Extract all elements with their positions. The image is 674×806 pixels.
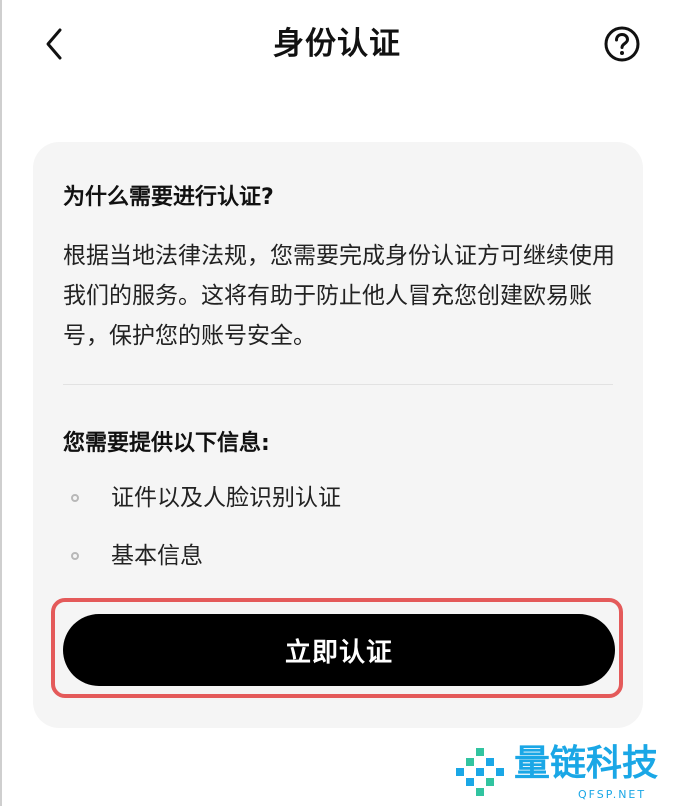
verify-now-button[interactable]: 立即认证	[63, 614, 615, 686]
page-title: 身份认证	[273, 26, 401, 62]
watermark-text: 量链科技	[514, 743, 659, 784]
why-heading: 为什么需要进行认证?	[63, 185, 274, 210]
bullet-icon	[71, 552, 79, 560]
question-circle-icon	[604, 26, 640, 62]
list-item: 基本信息	[63, 538, 203, 574]
watermark-logo-icon	[456, 748, 504, 796]
bullet-icon	[71, 494, 79, 502]
navigation-bar: 身份认证	[0, 0, 674, 90]
divider	[63, 384, 613, 385]
window-edge	[0, 0, 2, 806]
list-item-text: 基本信息	[111, 543, 203, 569]
watermark: 量链科技 QFSP.NET	[452, 740, 674, 806]
list-item-text: 证件以及人脸识别认证	[111, 485, 341, 511]
help-button[interactable]	[598, 20, 646, 68]
why-description: 根据当地法律法规，您需要完成身份认证方可继续使用我们的服务。这将有助于防止他人冒…	[63, 243, 615, 349]
verification-info-card: 为什么需要进行认证? 根据当地法律法规，您需要完成身份认证方可继续使用我们的服务…	[33, 142, 643, 728]
required-info-heading: 您需要提供以下信息:	[63, 431, 270, 456]
watermark-subtext: QFSP.NET	[578, 788, 647, 801]
list-item: 证件以及人脸识别认证	[63, 480, 341, 516]
